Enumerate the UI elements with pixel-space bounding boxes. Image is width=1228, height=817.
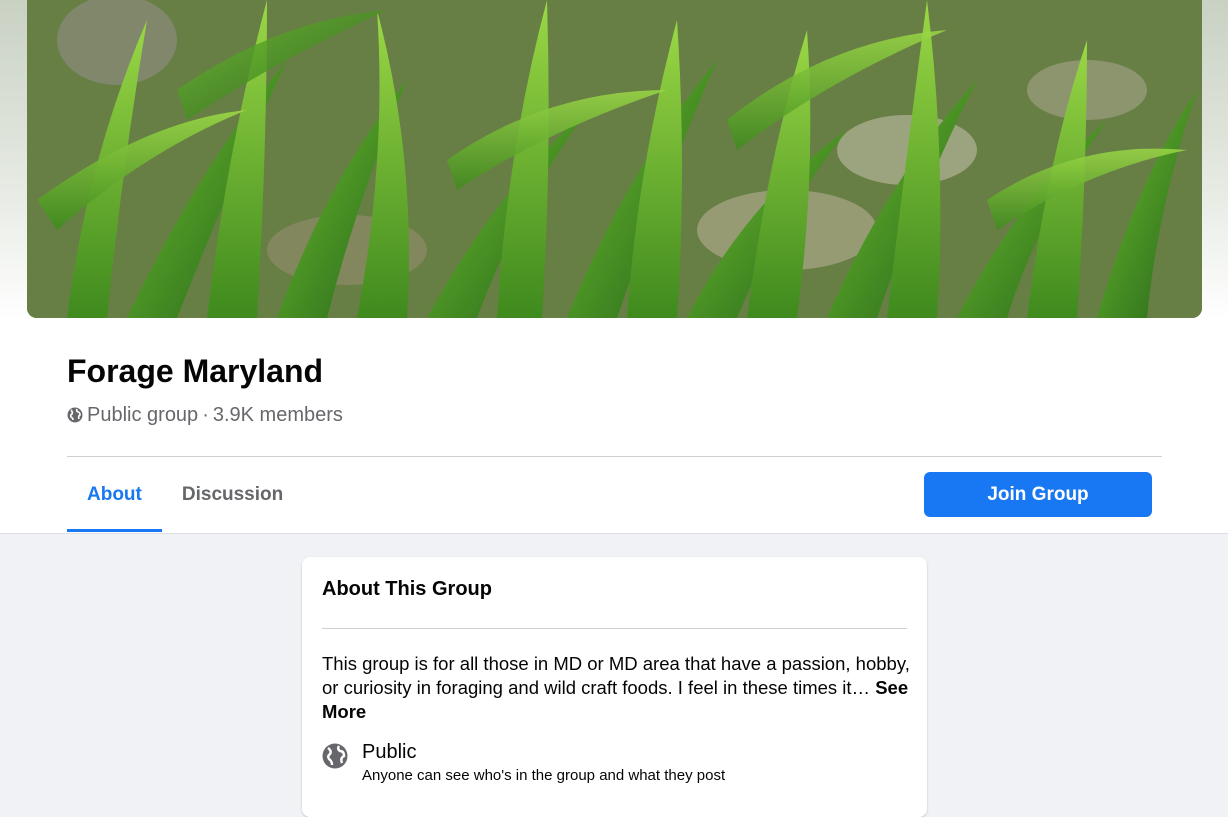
globe-icon xyxy=(322,743,348,769)
group-tabs: About Discussion xyxy=(67,458,303,532)
privacy-title: Public xyxy=(362,741,417,763)
privacy-description: Anyone can see who's in the group and wh… xyxy=(362,767,726,784)
about-heading: About This Group xyxy=(322,578,492,600)
group-name: Forage Maryland xyxy=(67,353,324,389)
member-count[interactable]: 3.9K members xyxy=(213,402,343,428)
cover-photo[interactable] xyxy=(27,0,1202,318)
tab-discussion[interactable]: Discussion xyxy=(162,458,303,532)
privacy-label[interactable]: Public group xyxy=(87,402,198,428)
group-header: Forage Maryland Public group · 3.9K memb… xyxy=(0,0,1228,534)
group-meta: Public group · 3.9K members xyxy=(67,402,343,428)
meta-separator: · xyxy=(202,404,209,426)
card-divider xyxy=(322,628,907,629)
privacy-text: Public Anyone can see who's in the group… xyxy=(362,739,725,787)
description-text: This group is for all those in MD or MD … xyxy=(322,653,910,698)
join-group-button[interactable]: Join Group xyxy=(924,472,1152,517)
header-divider xyxy=(67,456,1162,457)
about-card: About This Group This group is for all t… xyxy=(302,557,927,817)
group-description: This group is for all those in MD or MD … xyxy=(322,652,912,724)
globe-icon xyxy=(67,407,83,423)
privacy-info: Public Anyone can see who's in the group… xyxy=(322,739,725,787)
tab-about[interactable]: About xyxy=(67,458,162,532)
